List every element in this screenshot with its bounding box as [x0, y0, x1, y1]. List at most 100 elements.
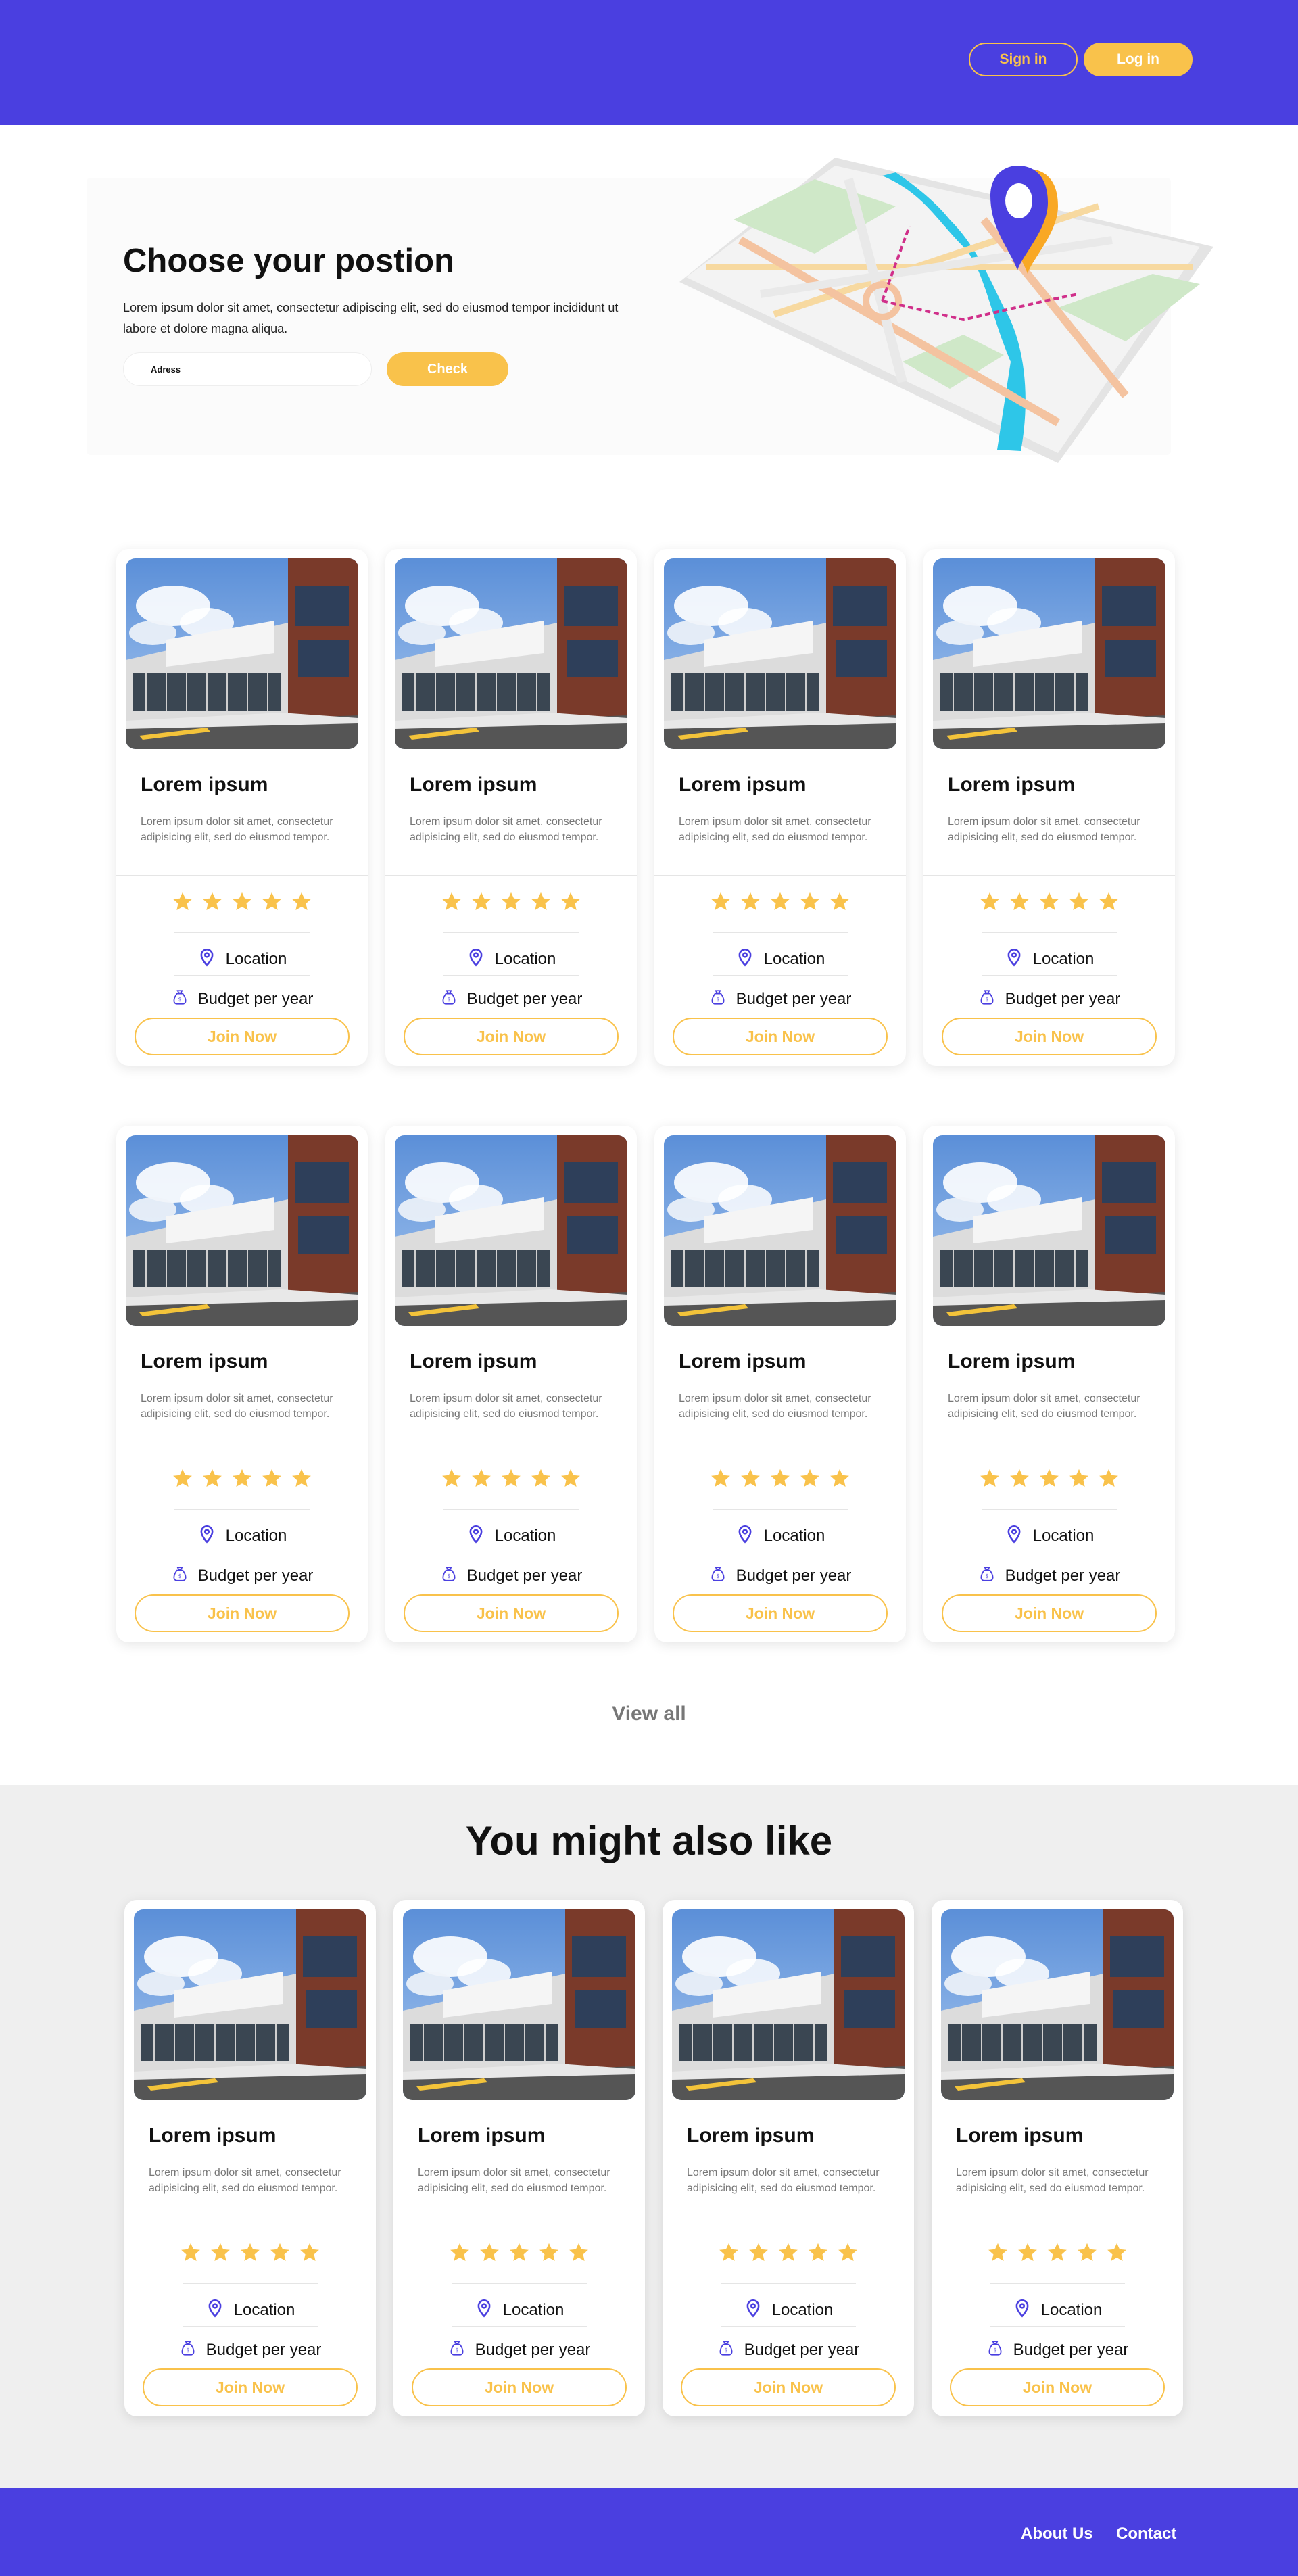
card-title: Lorem ipsum — [687, 2124, 815, 2147]
divider — [982, 975, 1117, 976]
divider — [174, 932, 310, 933]
budget-label: Budget per year — [466, 989, 583, 1008]
star-icon — [238, 2241, 262, 2264]
school-building-photo — [664, 1135, 896, 1326]
svg-text:$: $ — [455, 2347, 458, 2353]
address-input[interactable] — [123, 352, 372, 386]
join-now-button[interactable]: Join Now — [673, 1594, 888, 1632]
star-icon — [1037, 1467, 1061, 1490]
star-icon — [708, 1467, 733, 1490]
card-description: Lorem ipsum dolor sit amet, consectetur … — [410, 816, 602, 843]
star-icon — [230, 1467, 254, 1490]
log-in-button[interactable]: Log in — [1084, 43, 1193, 76]
money-bag-icon: $ — [440, 1564, 458, 1588]
star-icon — [798, 890, 822, 913]
join-now-button[interactable]: Join Now — [942, 1018, 1157, 1055]
star-icon — [1075, 2241, 1099, 2264]
school-card: Lorem ipsum Lorem ipsum dolor sit amet, … — [654, 1126, 906, 1642]
budget-label: Budget per year — [466, 1566, 583, 1585]
map-pin-icon — [206, 2297, 224, 2322]
star-icon — [537, 2241, 561, 2264]
contact-link[interactable]: Contact — [1116, 2525, 1176, 2544]
svg-text:$: $ — [993, 2347, 996, 2353]
view-all-link[interactable]: View all — [0, 1702, 1298, 1725]
school-card: Lorem ipsum Lorem ipsum dolor sit amet, … — [124, 1900, 376, 2416]
divider — [183, 2283, 318, 2284]
hero-title: Choose your postion — [123, 243, 454, 279]
join-now-button[interactable]: Join Now — [950, 2368, 1165, 2406]
divider — [982, 1509, 1117, 1510]
star-icon — [768, 890, 792, 913]
budget-row: $ Budget per year — [116, 987, 368, 1011]
star-icon — [1067, 1467, 1091, 1490]
location-label: Location — [494, 949, 556, 968]
location-label: Location — [225, 949, 287, 968]
card-title: Lorem ipsum — [948, 1350, 1076, 1373]
budget-label: Budget per year — [744, 2340, 860, 2359]
location-label: Location — [1032, 949, 1095, 968]
star-icon — [477, 2241, 502, 2264]
join-now-button[interactable]: Join Now — [404, 1018, 619, 1055]
card-description: Lorem ipsum dolor sit amet, consectetur … — [410, 1393, 602, 1420]
divider — [452, 2283, 587, 2284]
star-icon — [529, 890, 553, 913]
svg-text:$: $ — [447, 1573, 450, 1579]
also-like-title: You might also like — [465, 1818, 833, 1863]
join-now-button[interactable]: Join Now — [673, 1018, 888, 1055]
location-label: Location — [233, 2300, 295, 2319]
school-building-photo — [126, 1135, 358, 1326]
location-row: Location — [116, 1523, 368, 1548]
money-bag-icon: $ — [171, 1564, 189, 1588]
join-now-button[interactable]: Join Now — [681, 2368, 896, 2406]
join-now-button[interactable]: Join Now — [942, 1594, 1157, 1632]
join-now-button[interactable]: Join Now — [135, 1018, 350, 1055]
divider — [385, 875, 637, 876]
card-title: Lorem ipsum — [956, 2124, 1084, 2147]
location-label: Location — [763, 949, 825, 968]
rating-stars — [923, 1467, 1175, 1490]
school-building-photo — [933, 558, 1165, 749]
svg-text:$: $ — [178, 996, 181, 1002]
join-now-button[interactable]: Join Now — [143, 2368, 358, 2406]
money-bag-icon: $ — [986, 2338, 1004, 2362]
school-building-photo — [126, 558, 358, 749]
star-icon — [268, 2241, 292, 2264]
school-card: Lorem ipsum Lorem ipsum dolor sit amet, … — [932, 1900, 1183, 2416]
star-icon — [170, 890, 195, 913]
svg-text:$: $ — [447, 996, 450, 1002]
rating-stars — [385, 890, 637, 913]
join-now-button[interactable]: Join Now — [135, 1594, 350, 1632]
star-icon — [768, 1467, 792, 1490]
budget-label: Budget per year — [736, 1566, 852, 1585]
sign-in-button[interactable]: Sign in — [969, 43, 1078, 76]
budget-row: $ Budget per year — [385, 987, 637, 1011]
money-bag-icon: $ — [978, 1564, 996, 1588]
budget-row: $ Budget per year — [654, 1564, 906, 1588]
money-bag-icon: $ — [709, 987, 727, 1011]
location-row: Location — [385, 947, 637, 972]
location-label: Location — [1032, 1526, 1095, 1545]
star-icon — [260, 890, 284, 913]
star-icon — [208, 2241, 233, 2264]
budget-label: Budget per year — [475, 2340, 591, 2359]
map-pin-icon — [1013, 2297, 1032, 2322]
rating-stars — [385, 1467, 637, 1490]
star-icon — [297, 2241, 322, 2264]
divider — [443, 1509, 579, 1510]
location-label: Location — [763, 1526, 825, 1545]
check-button[interactable]: Check — [387, 352, 508, 386]
star-icon — [746, 2241, 771, 2264]
location-row: Location — [654, 947, 906, 972]
about-us-link[interactable]: About Us — [1021, 2525, 1093, 2544]
card-description: Lorem ipsum dolor sit amet, consectetur … — [948, 1393, 1140, 1420]
divider — [174, 975, 310, 976]
budget-label: Budget per year — [197, 1566, 314, 1585]
svg-text:$: $ — [186, 2347, 189, 2353]
join-now-button[interactable]: Join Now — [404, 1594, 619, 1632]
join-now-button[interactable]: Join Now — [412, 2368, 627, 2406]
star-icon — [738, 890, 763, 913]
svg-text:$: $ — [985, 1573, 988, 1579]
card-title: Lorem ipsum — [948, 773, 1076, 796]
star-icon — [289, 1467, 314, 1490]
divider — [174, 1509, 310, 1510]
